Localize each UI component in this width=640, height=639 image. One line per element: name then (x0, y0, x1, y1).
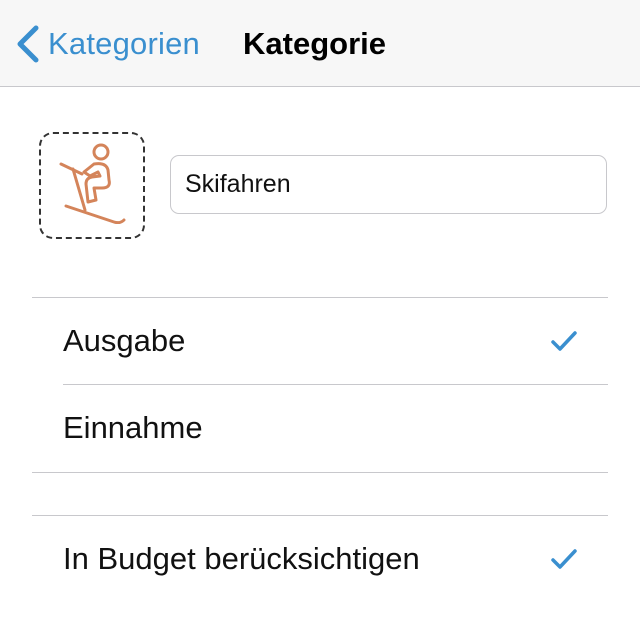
include-in-budget-toggle[interactable]: In Budget berücksichtigen (0, 516, 640, 602)
type-option-expense[interactable]: Ausgabe (0, 298, 640, 384)
navigation-bar: Kategorien Kategorie (0, 0, 640, 87)
page-title: Kategorie (243, 26, 386, 61)
type-option-income[interactable]: Einnahme (0, 385, 640, 471)
skier-icon (56, 142, 128, 229)
include-in-budget-label: In Budget berücksichtigen (63, 541, 420, 576)
divider (32, 472, 608, 473)
type-option-label: Ausgabe (63, 323, 186, 358)
back-button-label: Kategorien (48, 26, 200, 61)
checkmark-icon (550, 547, 578, 571)
chevron-left-icon (14, 22, 44, 66)
back-button[interactable]: Kategorien (14, 22, 200, 66)
checkmark-icon (550, 329, 578, 353)
type-option-label: Einnahme (63, 410, 203, 445)
category-name-input[interactable] (170, 155, 607, 214)
category-icon-picker[interactable] (39, 132, 145, 239)
